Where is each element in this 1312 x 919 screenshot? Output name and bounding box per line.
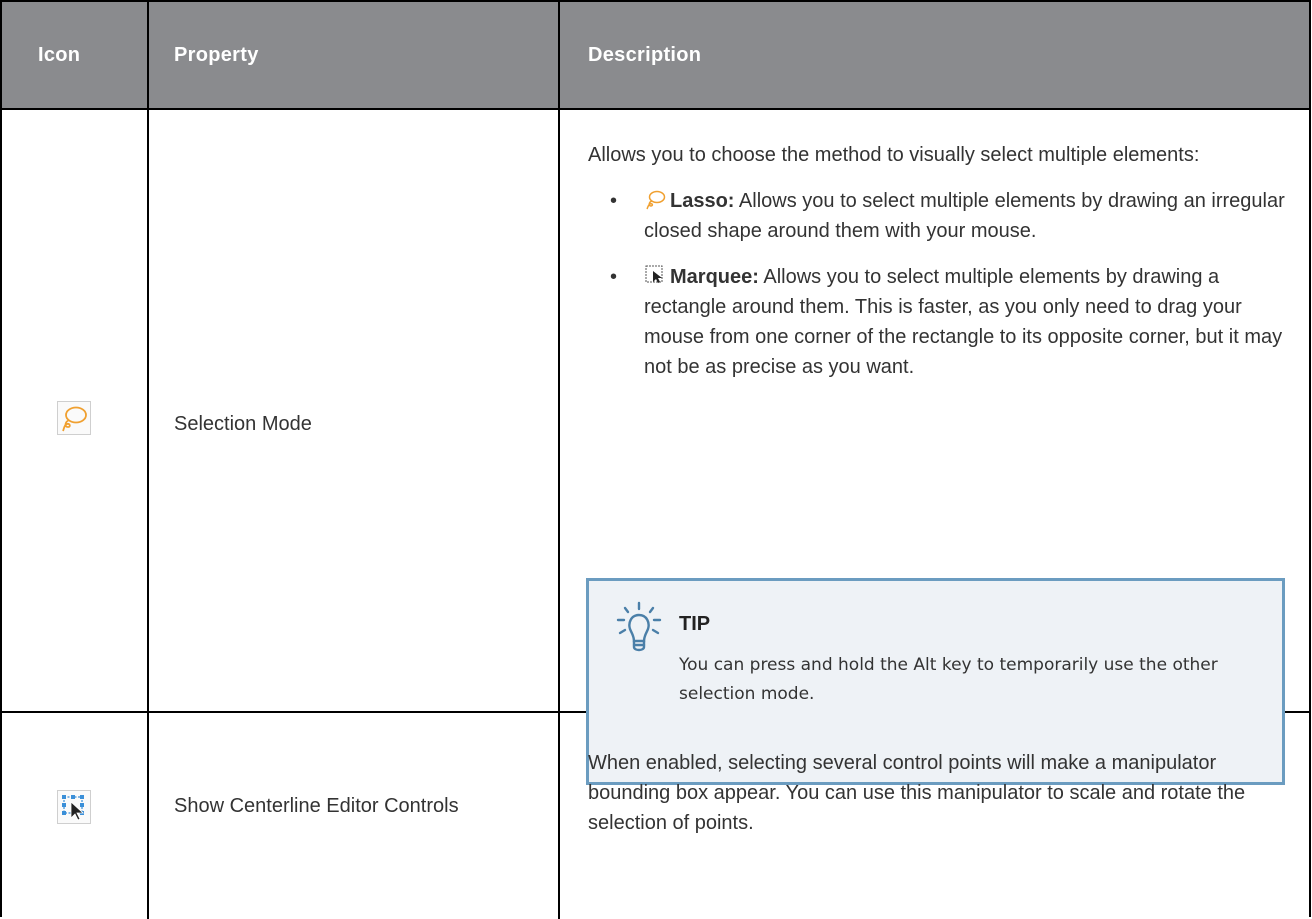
centerline-editor-icon bbox=[57, 790, 91, 824]
options-list: • Lasso: Allows you to select multiple e… bbox=[588, 186, 1288, 382]
lasso-icon bbox=[646, 190, 666, 210]
lasso-icon bbox=[57, 401, 91, 435]
header-property: Property bbox=[174, 44, 259, 66]
bullet: • bbox=[610, 266, 618, 288]
property-description: Allows you to choose the method to visua… bbox=[588, 140, 1288, 382]
table-row: Selection Mode Allows you to choose the … bbox=[2, 108, 1309, 785]
list-item: • Lasso: Allows you to select multiple e… bbox=[588, 186, 1288, 246]
property-name: Selection Mode bbox=[174, 413, 312, 435]
bullet: • bbox=[610, 190, 618, 212]
header-icon: Icon bbox=[38, 44, 81, 66]
tip-title: TIP bbox=[679, 613, 711, 635]
list-item: • Marquee: Allows you to select multiple… bbox=[588, 262, 1288, 382]
property-description: When enabled, selecting several control … bbox=[588, 752, 1246, 834]
header-description: Description bbox=[588, 44, 702, 66]
tip-text: You can press and hold the Alt key to te… bbox=[679, 655, 1218, 704]
option-name: Lasso: bbox=[670, 190, 735, 212]
lightbulb-icon bbox=[616, 601, 662, 652]
option-name: Marquee: bbox=[670, 266, 759, 288]
table-row: Show Centerline Editor Controls When ena… bbox=[2, 713, 1309, 919]
table-header: Icon Property Description bbox=[2, 2, 1309, 110]
marquee-icon bbox=[645, 265, 663, 283]
properties-table: Icon Property Description Selection Mode… bbox=[0, 0, 1311, 919]
description-text: Allows you to choose the method to visua… bbox=[588, 144, 1200, 166]
property-name: Show Centerline Editor Controls bbox=[174, 795, 459, 817]
option-text: Allows you to select multiple elements b… bbox=[644, 190, 1285, 242]
